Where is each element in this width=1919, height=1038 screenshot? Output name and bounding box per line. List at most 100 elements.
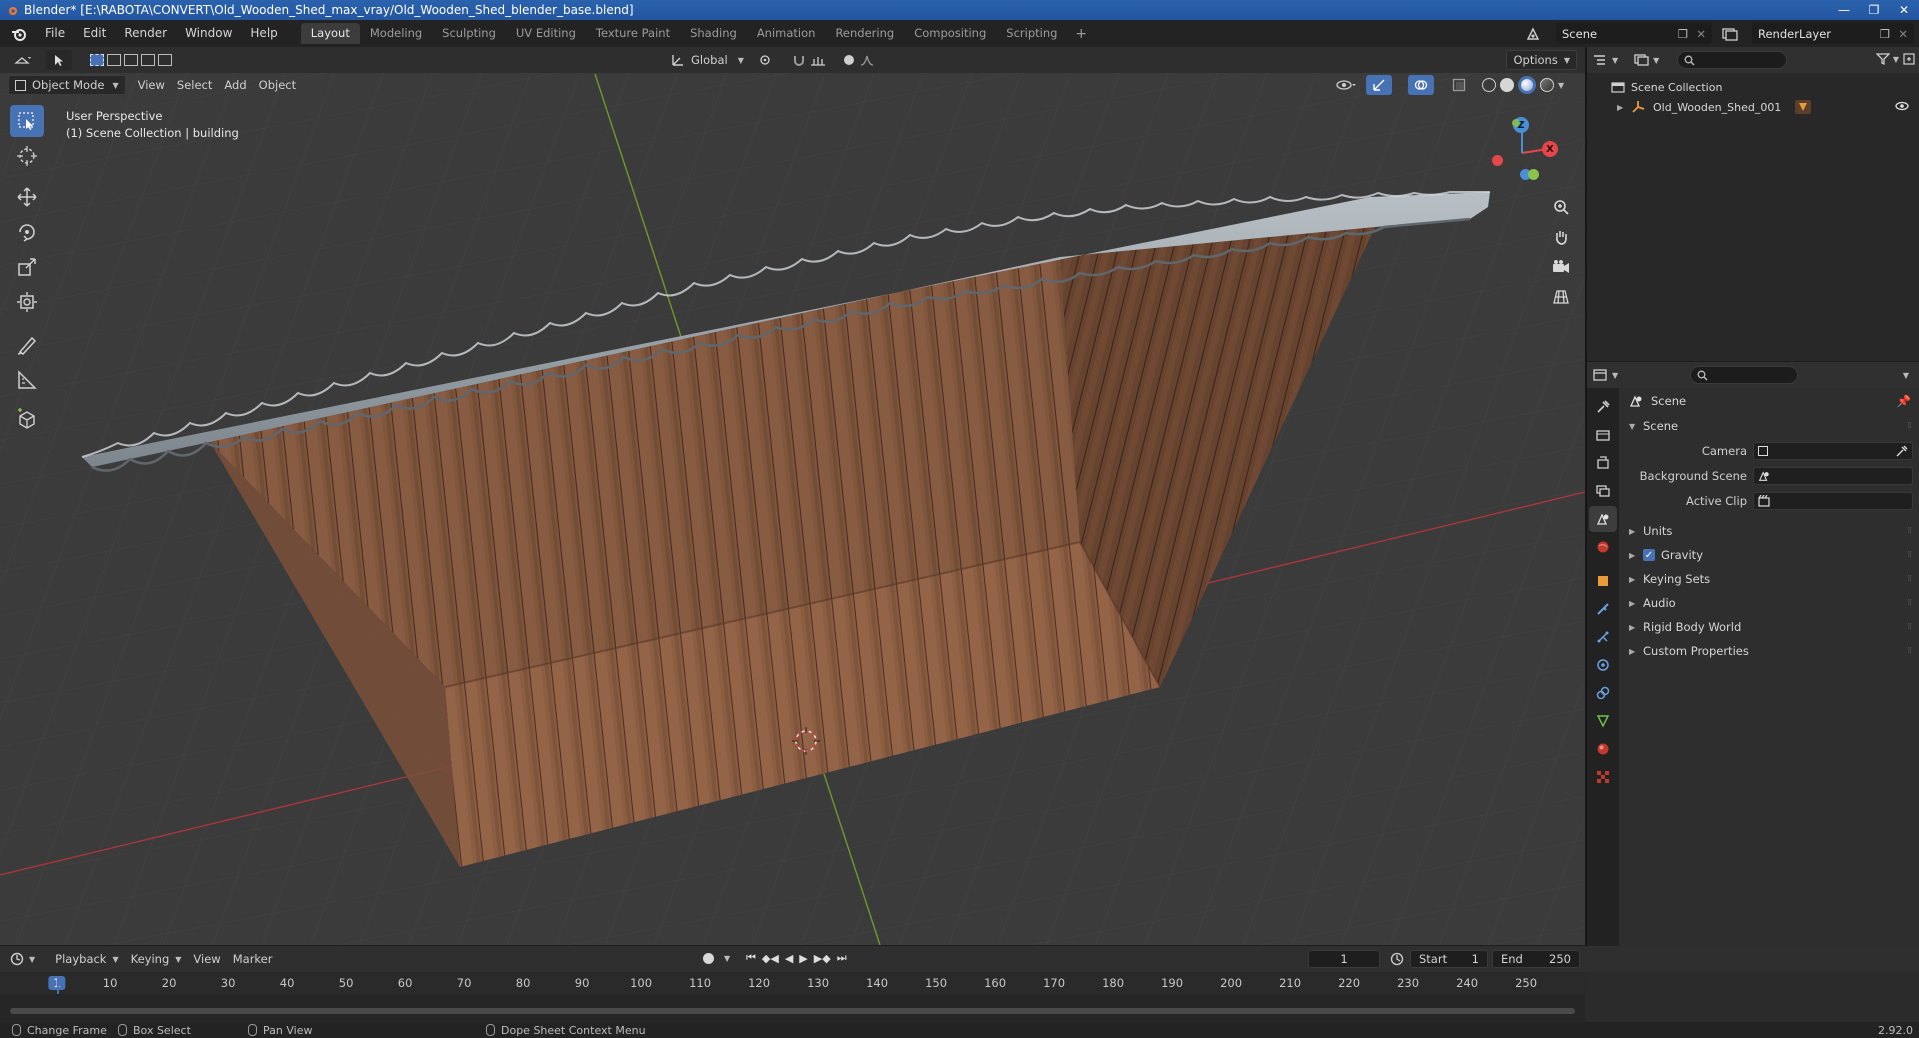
options-dropdown[interactable]: Options ▼ bbox=[1506, 50, 1577, 70]
tab-texture-paint[interactable]: Texture Paint bbox=[586, 23, 680, 44]
end-frame-field[interactable]: End 250 bbox=[1492, 950, 1580, 968]
world-tab-icon[interactable] bbox=[1589, 534, 1617, 560]
chevron-down-icon[interactable]: ▼ bbox=[724, 954, 730, 963]
properties-search-input[interactable] bbox=[1690, 366, 1799, 384]
wireframe-shading-icon[interactable] bbox=[1482, 78, 1496, 92]
annotate-tool-icon[interactable] bbox=[10, 329, 44, 361]
measure-tool-icon[interactable] bbox=[10, 364, 44, 396]
outliner-search-input[interactable] bbox=[1677, 51, 1788, 69]
gizmo-toggle-icon[interactable] bbox=[1366, 75, 1392, 95]
timeline-keyframe-area[interactable] bbox=[0, 994, 1585, 1022]
overlays-toggle-icon[interactable] bbox=[1408, 75, 1434, 95]
scene-tab-icon[interactable] bbox=[1589, 506, 1617, 532]
neg-x-axis-icon[interactable] bbox=[1492, 155, 1503, 166]
pivot-point-icon[interactable] bbox=[752, 50, 782, 70]
chevron-down-icon[interactable]: ▼ bbox=[1903, 371, 1909, 380]
pan-hand-icon[interactable] bbox=[1548, 224, 1574, 250]
drag-handle-icon[interactable]: ⁞⁞ bbox=[1907, 646, 1912, 656]
drag-handle-icon[interactable]: ⁞⁞ bbox=[1907, 574, 1912, 584]
playback-menu[interactable]: Playback ▼ bbox=[49, 949, 124, 969]
tab-rendering[interactable]: Rendering bbox=[825, 23, 904, 44]
object-tab-icon[interactable] bbox=[1589, 568, 1617, 594]
particles-tab-icon[interactable] bbox=[1589, 624, 1617, 650]
transform-tool-icon[interactable] bbox=[10, 286, 44, 318]
modifier-tab-icon[interactable] bbox=[1589, 596, 1617, 622]
navigation-gizmo[interactable]: Z X bbox=[1482, 113, 1562, 193]
select-box-tool-icon[interactable] bbox=[10, 105, 44, 137]
jump-start-icon[interactable]: ⏮ bbox=[746, 951, 756, 965]
active-clip-field[interactable] bbox=[1753, 491, 1913, 510]
rotate-tool-icon[interactable] bbox=[10, 216, 44, 248]
view-layer-icon[interactable] bbox=[1722, 26, 1748, 42]
data-tab-icon[interactable] bbox=[1589, 708, 1617, 734]
tab-scripting[interactable]: Scripting bbox=[996, 23, 1067, 44]
tab-layout[interactable]: Layout bbox=[300, 23, 360, 44]
drag-handle-icon[interactable]: ⁞⁞ bbox=[1907, 421, 1912, 431]
view-layer-remove-icon[interactable]: ✕ bbox=[1898, 27, 1908, 41]
proportional-editing-icon[interactable] bbox=[838, 50, 880, 70]
minimize-button[interactable]: — bbox=[1829, 0, 1859, 20]
menu-help[interactable]: Help bbox=[241, 20, 286, 47]
camera-view-icon[interactable] bbox=[1548, 254, 1574, 280]
select-mode-icon[interactable] bbox=[46, 50, 72, 70]
audio-panel-header[interactable]: ▶ Audio ⁞⁞ bbox=[1619, 591, 1919, 615]
menu-select[interactable]: Select bbox=[171, 75, 218, 95]
menu-add[interactable]: Add bbox=[218, 75, 252, 95]
editor-type-icon[interactable] bbox=[8, 50, 38, 70]
eyedropper-icon[interactable] bbox=[1896, 445, 1908, 457]
texture-tab-icon[interactable] bbox=[1589, 764, 1617, 790]
scene-remove-icon[interactable]: ✕ bbox=[1696, 27, 1706, 41]
box-select-modes-icon[interactable] bbox=[84, 50, 178, 70]
shading-modes[interactable]: ▼ bbox=[1476, 75, 1570, 95]
cursor-tool-icon[interactable] bbox=[10, 140, 44, 172]
physics-tab-icon[interactable] bbox=[1589, 652, 1617, 678]
outliner-editor-type-icon[interactable]: ▼ bbox=[1593, 54, 1618, 66]
xray-toggle-icon[interactable] bbox=[1446, 75, 1472, 95]
background-scene-field[interactable] bbox=[1753, 466, 1913, 485]
view-layer-tab-icon[interactable] bbox=[1589, 478, 1617, 504]
maximize-button[interactable]: ❐ bbox=[1859, 0, 1889, 20]
gravity-panel-header[interactable]: ▶ ✓ Gravity ⁞⁞ bbox=[1619, 543, 1919, 567]
viewport-canvas[interactable] bbox=[0, 47, 1585, 945]
menu-view[interactable]: View bbox=[132, 75, 171, 95]
visibility-icon[interactable] bbox=[1330, 75, 1364, 95]
object-mode-dropdown[interactable]: Object Mode ▼ bbox=[8, 75, 126, 95]
new-collection-icon[interactable] bbox=[1903, 53, 1915, 68]
render-tab-icon[interactable] bbox=[1589, 422, 1617, 448]
solid-shading-icon[interactable] bbox=[1500, 78, 1514, 92]
current-frame-field[interactable]: 1 bbox=[1308, 950, 1380, 968]
tab-sculpting[interactable]: Sculpting bbox=[432, 23, 506, 44]
menu-edit[interactable]: Edit bbox=[74, 20, 115, 47]
expand-arrow-icon[interactable]: ▶ bbox=[1617, 103, 1625, 112]
close-button[interactable]: ✕ bbox=[1889, 0, 1919, 20]
menu-object[interactable]: Object bbox=[253, 75, 302, 95]
perspective-toggle-icon[interactable] bbox=[1548, 284, 1574, 310]
3d-viewport[interactable]: Global ▼ Options ▼ Object Mode ▼ View Se… bbox=[0, 47, 1585, 945]
scene-panel-header[interactable]: ▼ Scene ⁞⁞ bbox=[1619, 414, 1919, 438]
y-axis-icon[interactable] bbox=[1528, 169, 1539, 180]
jump-end-icon[interactable]: ⏭ bbox=[837, 951, 847, 965]
outliner-row-object[interactable]: ▶ Old_Wooden_Shed_001 bbox=[1587, 97, 1919, 117]
play-reverse-icon[interactable]: ◀ bbox=[785, 952, 793, 965]
drag-handle-icon[interactable]: ⁞⁞ bbox=[1907, 598, 1912, 608]
play-icon[interactable]: ▶ bbox=[799, 952, 807, 965]
jump-keyframe-forward-icon[interactable]: ▶◆ bbox=[814, 952, 831, 965]
move-tool-icon[interactable] bbox=[10, 181, 44, 213]
pin-icon[interactable]: 📌 bbox=[1897, 394, 1911, 408]
eye-icon[interactable] bbox=[1895, 101, 1909, 114]
view-layer-copy-icon[interactable]: ❐ bbox=[1880, 27, 1890, 41]
scene-copy-icon[interactable]: ❐ bbox=[1678, 27, 1688, 41]
tab-animation[interactable]: Animation bbox=[747, 23, 826, 44]
timeline-ruler[interactable]: 1102030405060708090100110120130140150160… bbox=[0, 972, 1585, 994]
menu-window[interactable]: Window bbox=[176, 20, 241, 47]
timeline-editor-type-icon[interactable]: ▼ bbox=[10, 952, 35, 966]
tab-shading[interactable]: Shading bbox=[680, 23, 747, 44]
scale-tool-icon[interactable] bbox=[10, 251, 44, 283]
camera-field[interactable] bbox=[1753, 441, 1913, 460]
rigid-body-world-panel-header[interactable]: ▶ Rigid Body World ⁞⁞ bbox=[1619, 615, 1919, 639]
scene-selector-icon[interactable] bbox=[1526, 25, 1552, 43]
y-axis-neg-icon[interactable] bbox=[1512, 119, 1520, 127]
units-panel-header[interactable]: ▶ Units ⁞⁞ bbox=[1619, 519, 1919, 543]
menu-file[interactable]: File bbox=[36, 20, 74, 47]
x-axis-icon[interactable]: X bbox=[1542, 141, 1558, 157]
